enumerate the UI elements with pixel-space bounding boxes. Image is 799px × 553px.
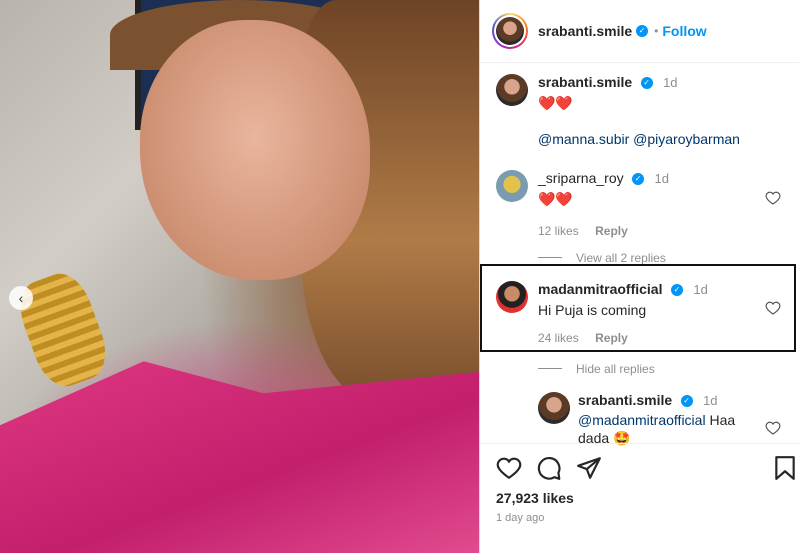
divider bbox=[538, 257, 562, 259]
heart-icon[interactable] bbox=[765, 190, 781, 206]
likes-count[interactable]: 27,923 likes bbox=[496, 490, 574, 506]
follow-button[interactable]: Follow bbox=[662, 23, 706, 39]
heart-icon[interactable] bbox=[496, 455, 522, 481]
reply-button[interactable]: Reply bbox=[595, 224, 628, 238]
save-icon[interactable] bbox=[774, 455, 796, 481]
verified-icon: ✓ bbox=[636, 25, 649, 37]
comment-text: Hi Puja is coming bbox=[538, 302, 647, 318]
avatar[interactable] bbox=[496, 281, 528, 313]
divider bbox=[480, 443, 799, 444]
comment-username[interactable]: srabanti.smile bbox=[578, 392, 672, 408]
heart-icon[interactable] bbox=[765, 300, 781, 316]
post-photo: ‹ bbox=[0, 0, 479, 553]
comment-likes[interactable]: 24 likes bbox=[538, 331, 579, 345]
post-actions bbox=[480, 455, 799, 483]
comment-icon[interactable] bbox=[536, 455, 562, 481]
avatar bbox=[496, 17, 524, 45]
comment-mentions[interactable]: @manna.subir @piyaroybarman bbox=[538, 130, 740, 148]
comment-item: madanmitraofficial ✓ 1d Hi Puja is comin… bbox=[496, 281, 708, 347]
post-date[interactable]: 1 day ago bbox=[496, 512, 544, 524]
verified-icon: ✓ bbox=[680, 394, 693, 407]
comment-text: ❤️❤️ bbox=[538, 95, 573, 111]
verified-icon: ✓ bbox=[640, 76, 653, 89]
comment-time[interactable]: 1d bbox=[663, 75, 677, 90]
avatar[interactable] bbox=[538, 392, 570, 424]
post-header: srabanti.smile ✓ • Follow bbox=[480, 0, 799, 63]
avatar[interactable] bbox=[496, 74, 528, 106]
reply-item: srabanti.smile ✓ 1d @madanmitraofficial … bbox=[538, 392, 758, 447]
divider bbox=[538, 368, 562, 370]
verified-icon: ✓ bbox=[670, 283, 683, 296]
comment-username[interactable]: _sriparna_roy bbox=[538, 170, 624, 186]
hide-replies-link[interactable]: Hide all replies bbox=[538, 360, 655, 378]
comment-time[interactable]: 1d bbox=[703, 393, 717, 408]
comment-time[interactable]: 1d bbox=[693, 282, 707, 297]
hide-replies-label[interactable]: Hide all replies bbox=[576, 362, 655, 376]
separator-dot: • bbox=[654, 24, 659, 38]
view-replies-label[interactable]: View all 2 replies bbox=[576, 251, 666, 265]
comment-item: _sriparna_roy ✓ 1d ❤️❤️ 12 likes Reply bbox=[496, 170, 669, 240]
avatar[interactable] bbox=[496, 170, 528, 202]
heart-icon[interactable] bbox=[765, 420, 781, 436]
share-icon[interactable] bbox=[576, 455, 602, 481]
author-username[interactable]: srabanti.smile bbox=[538, 23, 632, 39]
caption-comment: srabanti.smile ✓ 1d ❤️❤️ @manna.subir @p… bbox=[496, 74, 740, 148]
comment-text: ❤️❤️ bbox=[538, 191, 573, 207]
reply-button[interactable]: Reply bbox=[595, 331, 628, 345]
author-avatar-ring[interactable] bbox=[492, 13, 528, 49]
comment-likes[interactable]: 12 likes bbox=[538, 224, 579, 238]
reply-mention[interactable]: @madanmitraofficial bbox=[578, 412, 706, 428]
comment-username[interactable]: madanmitraofficial bbox=[538, 281, 662, 297]
comment-time[interactable]: 1d bbox=[655, 171, 669, 186]
verified-icon: ✓ bbox=[632, 172, 645, 185]
bangle bbox=[11, 266, 115, 394]
post-side-panel: srabanti.smile ✓ • Follow srabanti.smile… bbox=[479, 0, 799, 553]
chevron-left-icon[interactable]: ‹ bbox=[9, 286, 33, 310]
face bbox=[140, 20, 370, 280]
comment-username[interactable]: srabanti.smile bbox=[538, 74, 632, 90]
